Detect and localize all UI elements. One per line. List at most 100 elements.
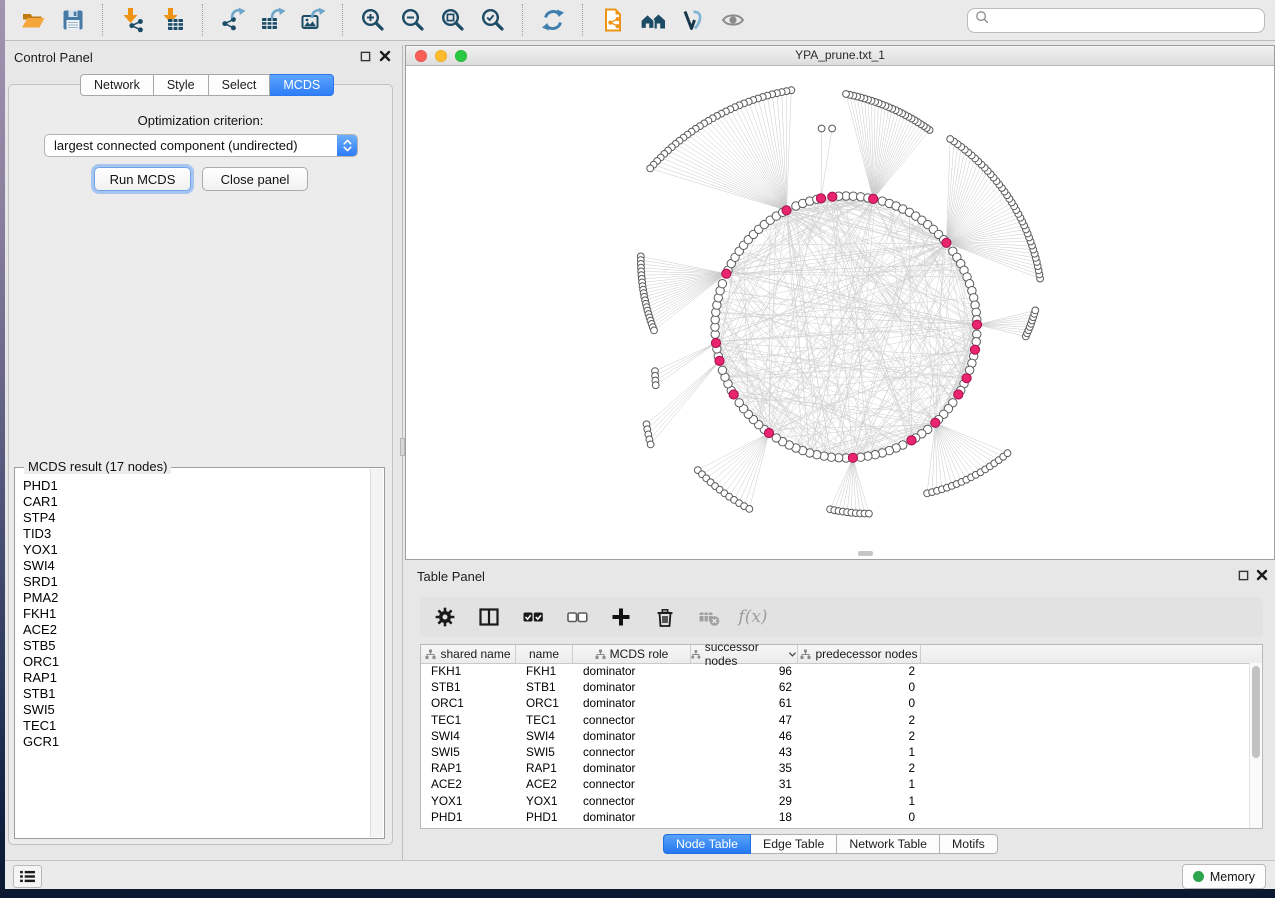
tab-network-table[interactable]: Network Table — [837, 834, 940, 854]
run-mcds-button[interactable]: Run MCDS — [94, 167, 191, 191]
cell-shared-name: TEC1 — [421, 713, 516, 727]
mcds-result-item[interactable]: PHD1 — [23, 478, 371, 494]
table-scrollbar[interactable] — [1249, 663, 1262, 828]
vizmapper-button[interactable] — [675, 3, 711, 37]
save-session-button[interactable] — [55, 3, 91, 37]
mcds-result-item[interactable]: YOX1 — [23, 542, 371, 558]
mcds-result-item[interactable]: SWI4 — [23, 558, 371, 574]
import-network-button[interactable] — [115, 3, 151, 37]
table-panel-close-button[interactable] — [1254, 568, 1269, 582]
select-all-button[interactable] — [520, 604, 546, 630]
column-header-name[interactable]: name — [516, 645, 573, 663]
mcds-result-item[interactable]: STP4 — [23, 510, 371, 526]
search-icon — [975, 10, 990, 30]
main-toolbar — [5, 0, 1275, 41]
cell-successor-nodes: 18 — [691, 810, 798, 824]
table-row[interactable]: ACE2ACE2connector311 — [421, 776, 1250, 792]
zoom-in-button[interactable] — [355, 3, 391, 37]
table-row[interactable]: RAP1RAP1dominator352 — [421, 760, 1250, 776]
table-row[interactable]: YOX1YOX1connector291 — [421, 793, 1250, 809]
table-row[interactable]: PHD1PHD1dominator180 — [421, 809, 1250, 825]
search-input[interactable] — [995, 12, 1257, 29]
refresh-button[interactable] — [535, 3, 571, 37]
cell-shared-name: ACE2 — [421, 777, 516, 791]
zoom-fit-button[interactable] — [435, 3, 471, 37]
mcds-result-item[interactable]: RAP1 — [23, 670, 371, 686]
zoom-fit-icon — [440, 7, 466, 33]
homes-button[interactable] — [635, 3, 671, 37]
tab-style[interactable]: Style — [154, 74, 209, 96]
network-titlebar[interactable]: YPA_prune.txt_1 — [406, 46, 1274, 66]
mcds-result-item[interactable]: TEC1 — [23, 718, 371, 734]
control-panel-float-button[interactable] — [358, 49, 373, 63]
tab-motifs[interactable]: Motifs — [940, 834, 998, 854]
delete-column-icon — [654, 606, 676, 628]
mcds-result-item[interactable]: ORC1 — [23, 654, 371, 670]
memory-status-icon — [1193, 871, 1204, 882]
network-hscroll-thumb[interactable] — [858, 551, 873, 556]
column-header-predecessor-nodes[interactable]: predecessor nodes — [798, 645, 921, 663]
tab-mcds[interactable]: MCDS — [270, 74, 334, 96]
tab-network[interactable]: Network — [80, 74, 154, 96]
mcds-result-item[interactable]: SWI5 — [23, 702, 371, 718]
tab-edge-table[interactable]: Edge Table — [751, 834, 837, 854]
zoom-selected-button[interactable] — [475, 3, 511, 37]
table-row[interactable]: TEC1TEC1connector472 — [421, 712, 1250, 728]
unselect-all-button[interactable] — [564, 604, 590, 630]
add-column-button[interactable] — [608, 604, 634, 630]
table-settings-button[interactable] — [432, 604, 458, 630]
attribute-tree-icon — [800, 649, 811, 660]
table-scrollbar-thumb[interactable] — [1252, 666, 1260, 758]
table-panel-float-button[interactable] — [1236, 568, 1251, 582]
cell-predecessor-nodes: 1 — [798, 745, 921, 759]
mcds-result-item[interactable]: SRD1 — [23, 574, 371, 590]
network-canvas[interactable] — [406, 65, 1274, 559]
select-all-icon — [522, 606, 544, 628]
table-row[interactable]: FKH1FKH1dominator962 — [421, 663, 1250, 679]
control-panel-close-button[interactable] — [377, 49, 392, 63]
zoom-out-button[interactable] — [395, 3, 431, 37]
mcds-result-item[interactable]: ACE2 — [23, 622, 371, 638]
tab-select[interactable]: Select — [209, 74, 271, 96]
export-network-button[interactable] — [215, 3, 251, 37]
cell-name: SWI4 — [516, 729, 573, 743]
mcds-list-scrollbar[interactable] — [370, 469, 383, 837]
mcds-result-item[interactable]: STB5 — [23, 638, 371, 654]
open-session-button[interactable] — [15, 3, 51, 37]
task-history-button[interactable] — [13, 865, 42, 888]
mcds-result-item[interactable]: GCR1 — [23, 734, 371, 750]
cell-MCDS-role: dominator — [573, 729, 691, 743]
export-image-button[interactable] — [295, 3, 331, 37]
table-row[interactable]: SWI4SWI4dominator462 — [421, 728, 1250, 744]
split-view-button[interactable] — [476, 604, 502, 630]
delete-column-button[interactable] — [652, 604, 678, 630]
export-table-button[interactable] — [255, 3, 291, 37]
column-header-MCDS-role[interactable]: MCDS role — [573, 645, 691, 663]
mcds-result-item[interactable]: FKH1 — [23, 606, 371, 622]
network-document-button[interactable] — [595, 3, 631, 37]
memory-button[interactable]: Memory — [1182, 864, 1266, 889]
cell-predecessor-nodes: 2 — [798, 761, 921, 775]
criterion-dropdown[interactable]: largest connected component (undirected) — [44, 134, 358, 157]
cell-name: YOX1 — [516, 794, 573, 808]
cell-shared-name: ORC1 — [421, 696, 516, 710]
table-settings-icon — [434, 606, 456, 628]
mcds-result-item[interactable]: PMA2 — [23, 590, 371, 606]
mcds-result-item[interactable]: TID3 — [23, 526, 371, 542]
mcds-result-item[interactable]: CAR1 — [23, 494, 371, 510]
table-row[interactable]: ORC1ORC1dominator610 — [421, 695, 1250, 711]
table-panel-tabs: Node TableEdge TableNetwork TableMotifs — [663, 834, 998, 854]
import-table-button[interactable] — [155, 3, 191, 37]
mcds-result-item[interactable]: STB1 — [23, 686, 371, 702]
tab-node-table[interactable]: Node Table — [663, 834, 751, 854]
table-row[interactable]: STB1STB1dominator620 — [421, 679, 1250, 695]
search-box[interactable] — [967, 8, 1265, 33]
column-label: shared name — [440, 647, 510, 661]
cell-successor-nodes: 62 — [691, 680, 798, 694]
cell-name: FKH1 — [516, 664, 573, 678]
column-header-shared-name[interactable]: shared name — [421, 645, 516, 663]
close-panel-button[interactable]: Close panel — [202, 167, 308, 191]
table-row[interactable]: SWI5SWI5connector431 — [421, 744, 1250, 760]
eye-button[interactable] — [715, 3, 751, 37]
column-header-successor-nodes[interactable]: successor nodes — [691, 645, 798, 663]
